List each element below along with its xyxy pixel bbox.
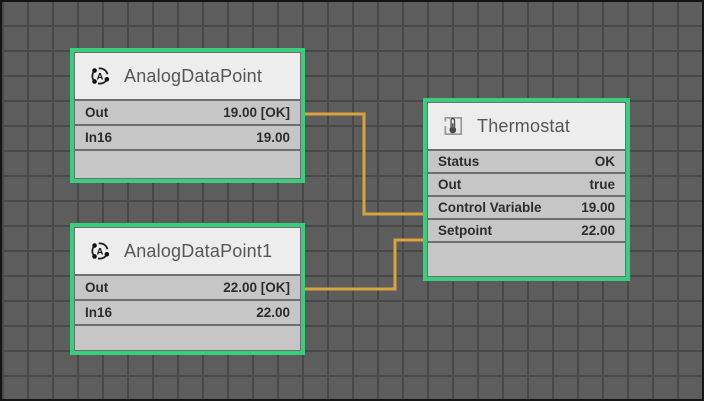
port-label: In16 — [85, 305, 112, 320]
port-row-in16[interactable]: In16 19.00 — [75, 126, 300, 149]
port-value: 19.00 — [581, 200, 615, 215]
node-thermostat[interactable]: Thermostat Status OK Out true Control Va… — [423, 98, 630, 281]
node-analogdatapoint1[interactable]: A AnalogDataPoint1 Out 22.00 [OK] In16 2… — [70, 223, 305, 355]
node-footer — [75, 151, 300, 178]
svg-text:A: A — [97, 71, 104, 81]
node-title: Thermostat — [477, 116, 570, 137]
port-label: Out — [85, 280, 108, 295]
thermostat-icon — [441, 114, 465, 138]
wiresheet-canvas[interactable]: A AnalogDataPoint Out 19.00 [OK] In16 19… — [0, 0, 704, 401]
node-analogdatapoint[interactable]: A AnalogDataPoint Out 19.00 [OK] In16 19… — [70, 48, 305, 183]
svg-text:A: A — [97, 246, 104, 256]
port-label: Out — [438, 177, 461, 192]
port-row-out[interactable]: Out 19.00 [OK] — [75, 101, 300, 124]
node-footer — [75, 326, 300, 350]
port-label: In16 — [85, 130, 112, 145]
port-label: Out — [85, 105, 108, 120]
port-label: Setpoint — [438, 223, 492, 238]
port-value: true — [589, 177, 615, 192]
port-value: 22.00 — [256, 305, 290, 320]
wire-analogdatapoint1-out-to-setpoint[interactable] — [305, 240, 425, 289]
node-title: AnalogDataPoint — [124, 66, 262, 87]
node-footer — [428, 243, 625, 276]
port-label: Control Variable — [438, 200, 542, 215]
port-value: 19.00 — [256, 130, 290, 145]
port-row-control-variable[interactable]: Control Variable 19.00 — [428, 197, 625, 218]
port-value: 22.00 — [581, 223, 615, 238]
port-value: 19.00 [OK] — [223, 105, 290, 120]
node-analogdatapoint1-header[interactable]: A AnalogDataPoint1 — [75, 228, 300, 274]
port-row-status[interactable]: Status OK — [428, 151, 625, 172]
analog-point-icon: A — [88, 64, 112, 88]
node-title: AnalogDataPoint1 — [124, 241, 272, 262]
port-row-in16[interactable]: In16 22.00 — [75, 301, 300, 324]
port-value: OK — [595, 154, 615, 169]
node-thermostat-header[interactable]: Thermostat — [428, 103, 625, 149]
node-analogdatapoint-header[interactable]: A AnalogDataPoint — [75, 53, 300, 99]
analog-point-icon: A — [88, 239, 112, 263]
port-label: Status — [438, 154, 479, 169]
port-value: 22.00 [OK] — [223, 280, 290, 295]
port-row-setpoint[interactable]: Setpoint 22.00 — [428, 220, 625, 241]
port-row-out[interactable]: Out 22.00 [OK] — [75, 276, 300, 299]
port-row-out[interactable]: Out true — [428, 174, 625, 195]
wire-analogdatapoint-out-to-control-variable[interactable] — [305, 114, 425, 214]
